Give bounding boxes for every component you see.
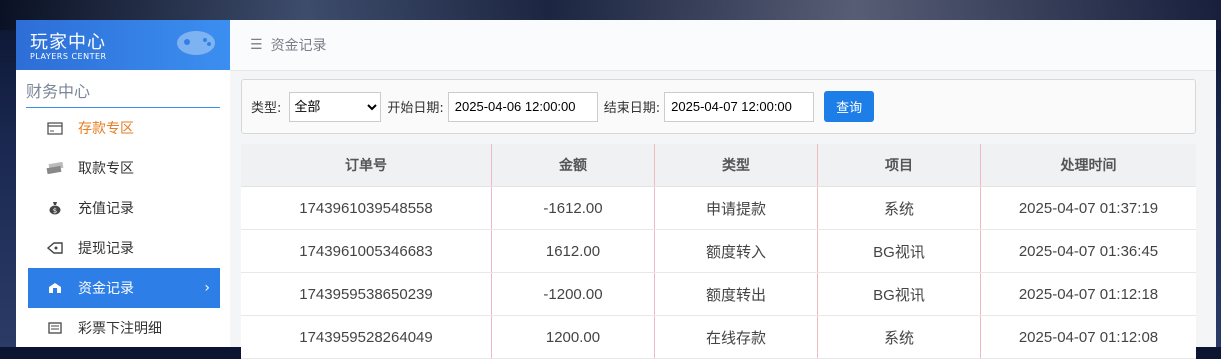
header-type: 类型 — [654, 144, 818, 187]
withdraw-icon — [46, 239, 64, 257]
logo-subtitle: PLAYERS CENTER — [30, 52, 107, 61]
cell-time: 2025-04-07 01:36:45 — [980, 229, 1196, 273]
header-project: 项目 — [817, 144, 981, 187]
sidebar-item-deposit[interactable]: 存款专区 — [28, 108, 220, 148]
money-bag-icon: $ — [46, 199, 64, 217]
table-row: 1743961005346683 1612.00 额度转入 BG视讯 2025-… — [241, 229, 1196, 273]
end-date-label: 结束日期: — [603, 101, 661, 116]
cell-amount: 1612.00 — [491, 229, 655, 273]
sidebar-item-label: 资金记录 — [78, 281, 134, 297]
cell-time: 2025-04-07 01:12:18 — [980, 272, 1196, 316]
header-amount: 金额 — [491, 144, 655, 187]
sidebar-item-label: 充值记录 — [78, 201, 134, 217]
header-process-time: 处理时间 — [980, 144, 1196, 187]
sidebar: 玩家中心 PLAYERS CENTER 财务中心 存款专区 取款专区 $ 充值记… — [16, 20, 230, 347]
cell-order-id: 1743959528264049 — [241, 315, 492, 359]
sidebar-item-lottery-bets[interactable]: 彩票下注明细 — [28, 308, 220, 348]
funds-icon — [46, 279, 64, 297]
cell-time: 2025-04-07 01:12:08 — [980, 315, 1196, 359]
menu-icon[interactable]: ☰ — [250, 37, 263, 53]
type-select[interactable]: 全部 — [289, 91, 382, 122]
main-panel: ☰ 资金记录 类型: 全部 开始日期: 结束日期: 查询 订单号 金额 类型 项… — [230, 20, 1216, 359]
sidebar-item-label: 提现记录 — [78, 241, 134, 257]
gamepad-icon — [177, 31, 215, 55]
cell-project: BG视讯 — [817, 272, 981, 316]
cell-amount: -1612.00 — [491, 186, 655, 230]
sidebar-item-label: 存款专区 — [78, 121, 134, 137]
sidebar-item-label: 取款专区 — [78, 161, 134, 177]
table-row: 1743959538650239 -1200.00 额度转出 BG视讯 2025… — [241, 272, 1196, 316]
end-date-input[interactable] — [664, 91, 815, 122]
cell-type: 申请提款 — [654, 186, 818, 230]
sidebar-item-fund-records[interactable]: 资金记录 › — [28, 268, 220, 308]
start-date-label: 开始日期: — [387, 101, 444, 116]
list-icon — [46, 319, 64, 337]
cell-project: 系统 — [817, 315, 981, 359]
fund-records-table: 订单号 金额 类型 项目 处理时间 1743961039548558 -1612… — [241, 144, 1196, 359]
sidebar-item-recharge-records[interactable]: $ 充值记录 — [28, 188, 220, 228]
sidebar-menu: 存款专区 取款专区 $ 充值记录 提现记录 资金记录 › 彩票下注明细 — [16, 108, 230, 348]
table-row: 1743959528264049 1200.00 在线存款 系统 2025-04… — [241, 315, 1196, 359]
svg-text:$: $ — [53, 207, 57, 215]
cell-project: BG视讯 — [817, 229, 981, 273]
card-icon — [46, 119, 64, 137]
cell-type: 在线存款 — [654, 315, 818, 359]
sidebar-item-label: 彩票下注明细 — [78, 321, 162, 337]
breadcrumb: ☰ 资金记录 — [230, 20, 1216, 71]
page-title: 资金记录 — [270, 38, 327, 54]
header-order-id: 订单号 — [241, 144, 492, 187]
sidebar-item-withdraw[interactable]: 取款专区 — [28, 148, 220, 188]
logo-title: 玩家中心 — [30, 32, 106, 53]
sidebar-item-withdraw-records[interactable]: 提现记录 — [28, 228, 220, 268]
type-label: 类型: — [251, 101, 282, 116]
cell-type: 额度转出 — [654, 272, 818, 316]
cell-order-id: 1743959538650239 — [241, 272, 492, 316]
table-header-row: 订单号 金额 类型 项目 处理时间 — [241, 144, 1196, 187]
logo: 玩家中心 PLAYERS CENTER — [16, 20, 230, 70]
start-date-input[interactable] — [447, 91, 598, 122]
cell-time: 2025-04-07 01:37:19 — [980, 186, 1196, 230]
chevron-right-icon: › — [204, 280, 210, 296]
cell-amount: -1200.00 — [491, 272, 655, 316]
cell-project: 系统 — [817, 186, 981, 230]
cash-icon — [46, 159, 64, 177]
filter-bar: 类型: 全部 开始日期: 结束日期: 查询 — [241, 79, 1196, 134]
query-button[interactable]: 查询 — [824, 91, 875, 122]
cell-amount: 1200.00 — [491, 315, 655, 359]
table-row: 1743961039548558 -1612.00 申请提款 系统 2025-0… — [241, 186, 1196, 230]
cell-order-id: 1743961039548558 — [241, 186, 492, 230]
cell-order-id: 1743961005346683 — [241, 229, 492, 273]
section-title: 财务中心 — [26, 70, 220, 108]
cell-type: 额度转入 — [654, 229, 818, 273]
